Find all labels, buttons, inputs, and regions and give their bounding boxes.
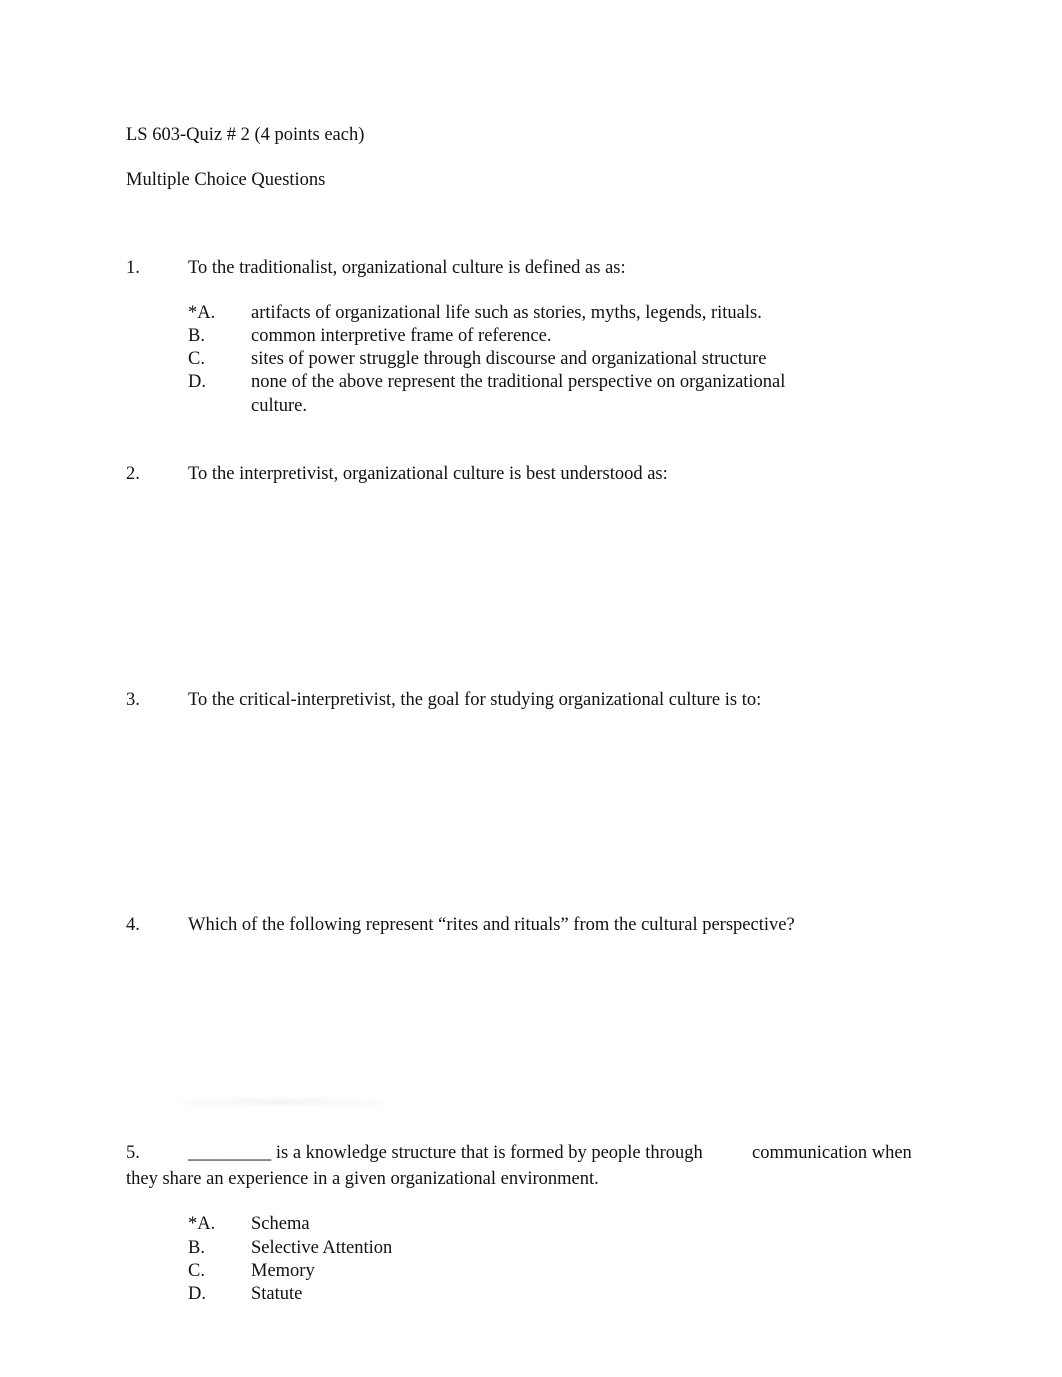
- question-text: Which of the following represent “rites …: [188, 915, 795, 935]
- quiz-title: LS 603-Quiz # 2 (4 points each): [126, 125, 365, 145]
- option-text: Schema: [251, 1214, 310, 1234]
- option-text: artifacts of organizational life such as…: [251, 303, 762, 323]
- option-letter: C.: [188, 349, 205, 369]
- fill-in-blank: _________: [188, 1143, 272, 1163]
- option-letter: B.: [188, 326, 205, 346]
- question-text: is a knowledge structure that is formed …: [271, 1143, 703, 1163]
- option-letter: *A.: [188, 1214, 216, 1234]
- question-number: 5.: [126, 1143, 140, 1163]
- question-number: 3.: [126, 690, 140, 710]
- option-text: Selective Attention: [251, 1238, 393, 1258]
- question-text-line-2: they share an experience in a given orga…: [126, 1169, 599, 1189]
- question-number: 2.: [126, 464, 140, 484]
- option-text: none of the above represent the traditio…: [251, 372, 786, 392]
- option-letter: B.: [188, 1238, 205, 1258]
- scan-smudge: [180, 1098, 385, 1106]
- option-letter: C.: [188, 1261, 205, 1281]
- option-letter: *A.: [188, 303, 216, 323]
- question-text-continuation: communication when: [752, 1143, 912, 1163]
- option-letter: D.: [188, 1284, 206, 1304]
- section-heading: Multiple Choice Questions: [126, 170, 326, 190]
- question-text: To the interpretivist, organizational cu…: [188, 464, 668, 484]
- question-text: To the traditionalist, organizational cu…: [188, 258, 626, 278]
- option-text: Statute: [251, 1284, 303, 1304]
- option-text-continuation: culture.: [251, 396, 307, 416]
- option-letter: D.: [188, 372, 206, 392]
- option-text: Memory: [251, 1261, 315, 1281]
- option-text: sites of power struggle through discours…: [251, 349, 767, 369]
- question-text-line-1: _________ is a knowledge structure that …: [188, 1142, 703, 1165]
- question-number: 4.: [126, 915, 140, 935]
- question-text: To the critical-interpretivist, the goal…: [188, 690, 762, 710]
- question-number: 1.: [126, 258, 140, 278]
- option-text: common interpretive frame of reference.: [251, 326, 552, 346]
